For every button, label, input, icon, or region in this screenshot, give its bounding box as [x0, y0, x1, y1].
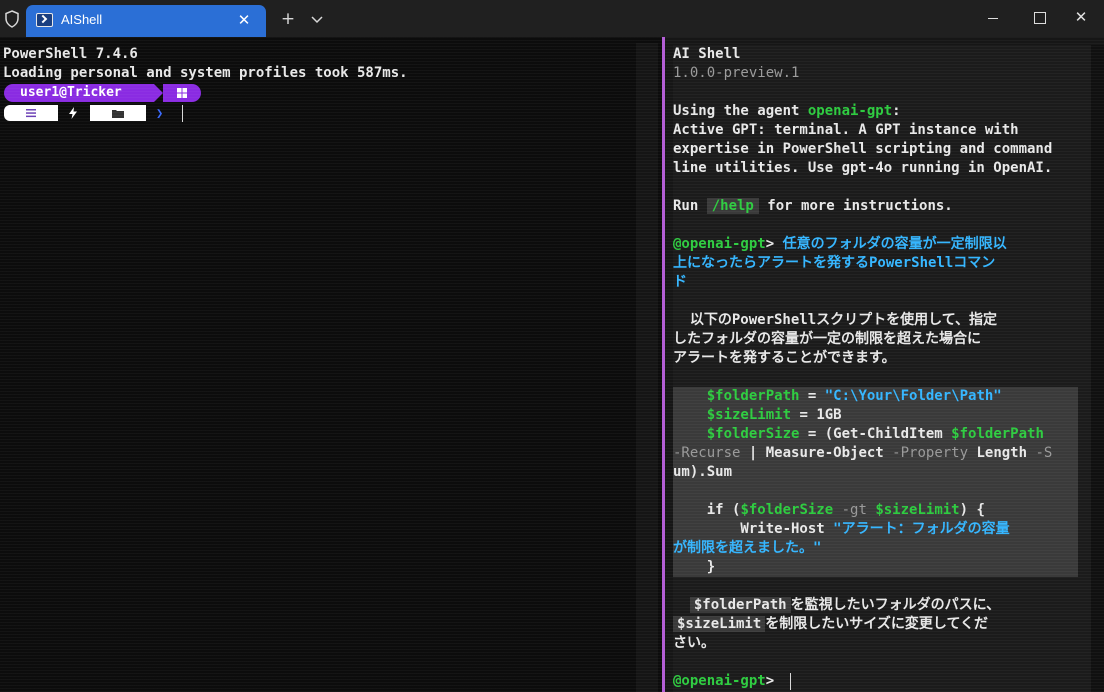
lightning-icon — [62, 105, 84, 121]
code-line: が制限を超えました。" — [673, 540, 822, 556]
user-query-line-3: ド — [673, 274, 687, 290]
right-scrollbar[interactable] — [1091, 45, 1104, 692]
note-line-3: さい。 — [673, 635, 715, 651]
left-scrollbar[interactable] — [636, 43, 658, 692]
shield-icon — [5, 10, 19, 28]
code-line: } — [673, 559, 716, 575]
terminal-icon — [36, 13, 53, 27]
prompt-separator-icon — [154, 84, 163, 102]
ps-version-line: PowerShell 7.4.6 — [3, 46, 138, 62]
windows-logo-icon — [177, 88, 187, 98]
answer-line-1: 以下のPowerShellスクリプトを使用して、指定 — [673, 312, 998, 328]
user-query-line-1: @openai-gpt> 任意のフォルダの容量が一定制限以 — [673, 236, 1007, 252]
help-line: Run /help for more instructions. — [673, 198, 953, 214]
prompt-chevron: ❯ — [156, 106, 164, 120]
tab-title: AIShell — [61, 12, 103, 27]
help-command: /help — [706, 198, 759, 214]
text-cursor — [182, 105, 183, 122]
agent-desc-1: Active GPT: terminal. A GPT instance wit… — [673, 122, 1019, 138]
agent-desc-3: line utilities. Use gpt-4o running in Op… — [673, 160, 1053, 176]
profile-load-line: Loading personal and system profiles too… — [3, 65, 408, 81]
code-line: Write-Host "アラート：フォルダの容量 — [673, 521, 1010, 537]
note-line-2: $sizeLimit を制限したいサイズに変更してくだ — [673, 615, 1085, 634]
inline-code: $sizeLimit — [673, 616, 766, 632]
answer-line-2: したフォルダの容量が一定の制限を超えた場合に — [673, 331, 981, 347]
aishell-version: 1.0.0-preview.1 — [673, 65, 800, 81]
prompt-agent: @openai-gpt — [673, 236, 766, 252]
agent-desc-2: expertise in PowerShell scripting and co… — [673, 141, 1053, 157]
prompt-path-segment — [90, 105, 146, 121]
menu-icon — [26, 109, 36, 118]
new-tab-button[interactable]: + — [278, 9, 298, 29]
inline-code: $folderPath — [689, 597, 791, 613]
chevron-down-icon[interactable] — [307, 9, 327, 29]
tab-aishell[interactable]: AIShell ✕ — [26, 5, 266, 37]
user-query-line-2: 上になったらアラートを発するPowerShellコマン — [673, 255, 996, 271]
note-line-1: $folderPath を監視したいフォルダのパスに、 — [673, 596, 1085, 615]
answer-line-3: アラートを発することができます。 — [673, 350, 896, 366]
close-button[interactable]: ✕ — [1058, 0, 1104, 37]
agent-line: Using the agent openai-gpt: — [673, 103, 901, 119]
aishell-pane[interactable]: AI Shell 1.0.0-preview.1 Using the agent… — [665, 37, 1104, 692]
minimize-button[interactable] — [970, 0, 1016, 37]
text-cursor — [790, 673, 791, 690]
code-line: if ($folderSize -gt $sizeLimit) { — [673, 502, 985, 518]
input-prompt[interactable]: @openai-gpt> — [673, 672, 1085, 691]
prompt-status-segment — [4, 105, 58, 121]
tab-close-button[interactable]: ✕ — [234, 9, 254, 31]
prompt-user-segment: user1@Tricker — [4, 84, 154, 102]
code-line: -Recurse | Measure-Object -Property Leng… — [673, 445, 1053, 461]
code-line: $folderSize = (Get-ChildItem $folderPath — [673, 426, 1044, 442]
folder-icon — [112, 110, 124, 118]
agent-name: openai-gpt — [807, 103, 893, 119]
aishell-title: AI Shell — [673, 46, 741, 62]
title-bar: AIShell ✕ + ✕ — [0, 0, 1104, 37]
maximize-button[interactable] — [1016, 0, 1062, 37]
windows-icon — [163, 84, 201, 102]
code-line: $sizeLimit = 1GB — [673, 407, 842, 423]
code-line: um).Sum — [673, 464, 733, 480]
bolt-icon — [69, 107, 77, 119]
code-line: $folderPath = "C:\Your\Folder\Path" — [673, 388, 1002, 404]
powershell-pane[interactable]: PowerShell 7.4.6 Loading personal and sy… — [0, 37, 662, 692]
